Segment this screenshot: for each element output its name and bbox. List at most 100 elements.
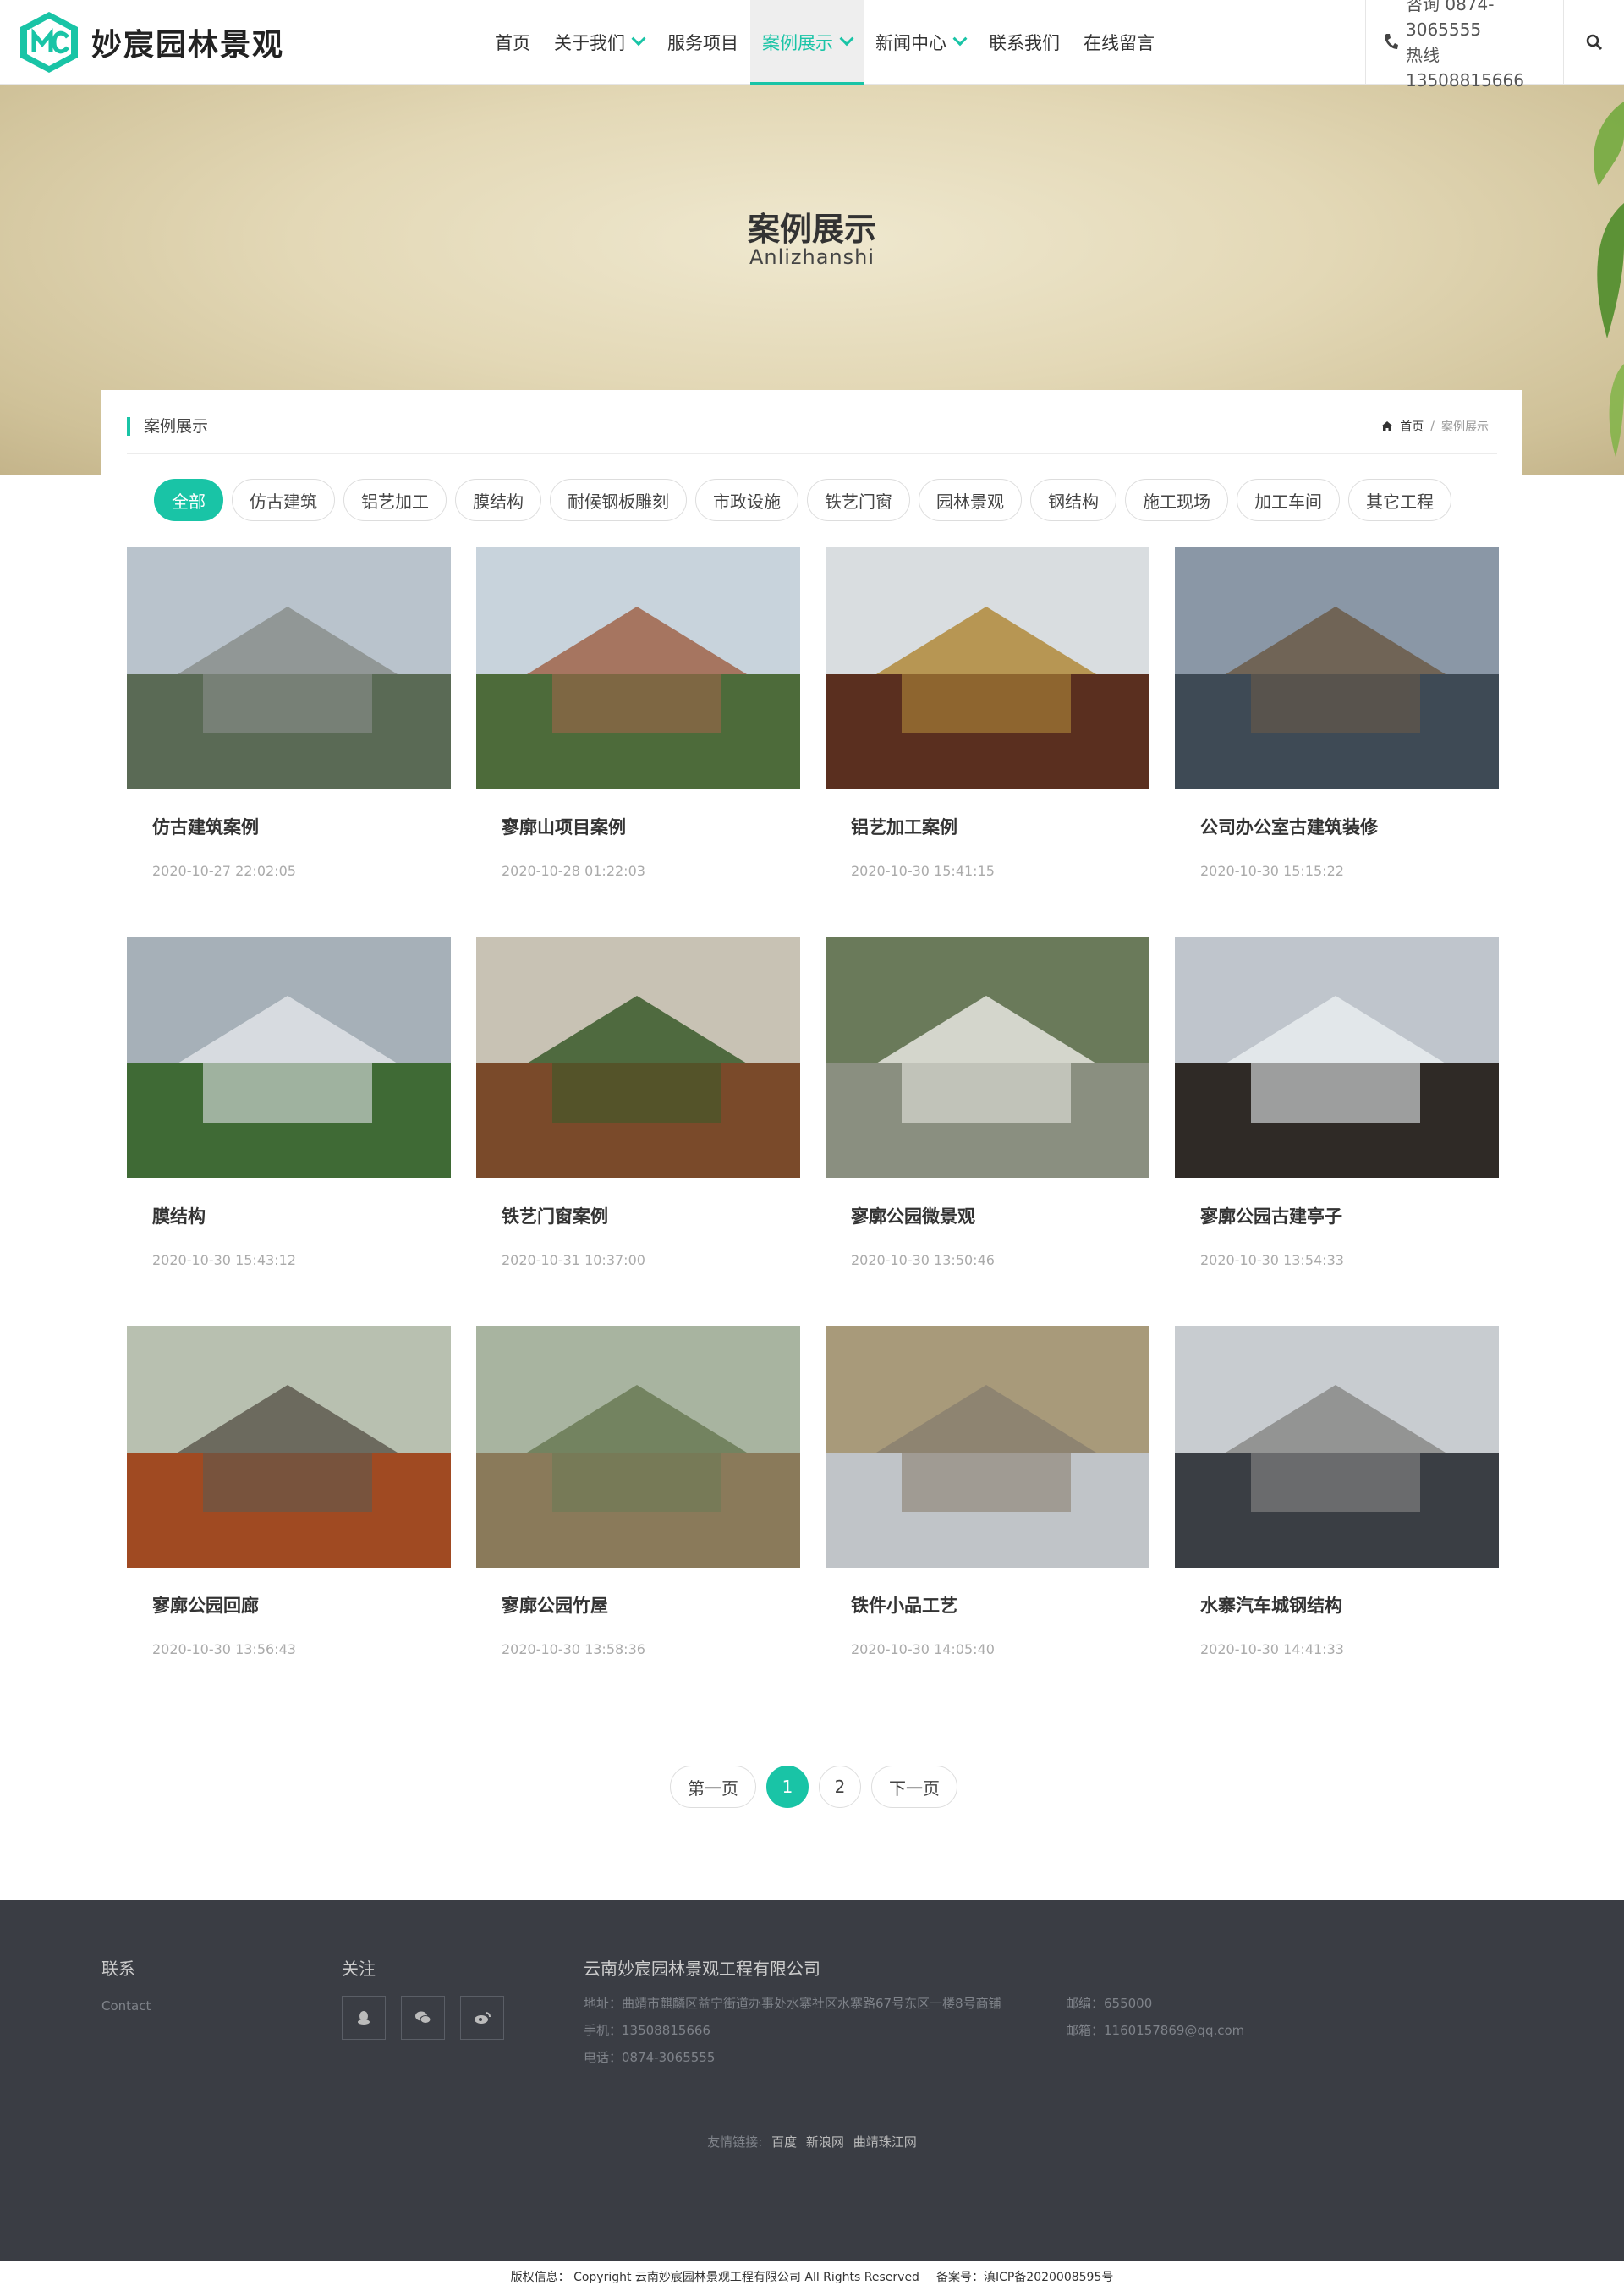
- case-date: 2020-10-30 13:58:36: [502, 1641, 645, 1657]
- site-logo[interactable]: 妙宸园林景观: [19, 8, 284, 76]
- case-thumbnail[interactable]: [476, 937, 800, 1178]
- nav-item-label: 案例展示: [762, 33, 833, 53]
- case-date: 2020-10-30 15:43:12: [152, 1252, 296, 1268]
- nav-item-news[interactable]: 新闻中心: [864, 0, 977, 85]
- case-title[interactable]: 水寨汽车城钢结构: [1200, 1592, 1342, 1618]
- nav-item-about[interactable]: 关于我们: [542, 0, 656, 85]
- friend-link-baidu[interactable]: 百度: [771, 2134, 797, 2150]
- case-title[interactable]: 铁件小品工艺: [851, 1592, 957, 1618]
- case-title[interactable]: 寥廓山项目案例: [502, 814, 626, 839]
- case-card[interactable]: 铁件小品工艺 2020-10-30 14:05:40: [826, 1326, 1149, 1698]
- case-card[interactable]: 铝艺加工案例 2020-10-30 15:41:15: [826, 547, 1149, 920]
- footer-company-name: 云南妙宸园林景观工程有限公司: [584, 1959, 820, 1979]
- first-page-button[interactable]: 第一页: [670, 1766, 756, 1808]
- case-thumbnail[interactable]: [826, 1326, 1149, 1568]
- case-card[interactable]: 寥廓公园竹屋 2020-10-30 13:58:36: [476, 1326, 800, 1698]
- friend-link-sina[interactable]: 新浪网: [806, 2134, 844, 2150]
- case-card[interactable]: 公司办公室古建筑装修 2020-10-30 15:15:22: [1175, 547, 1499, 920]
- case-title[interactable]: 寥廓公园竹屋: [502, 1592, 608, 1618]
- nav-item-label: 服务项目: [667, 33, 738, 53]
- case-title[interactable]: 寥廓公园古建亭子: [1200, 1203, 1342, 1228]
- case-thumbnail[interactable]: [1175, 547, 1499, 789]
- filter-chip[interactable]: 市政设施: [695, 479, 798, 521]
- search-button[interactable]: [1563, 0, 1624, 85]
- section-title: 案例展示: [127, 417, 208, 436]
- footer-email: 邮箱：1160157869@qq.com: [1066, 2023, 1245, 2038]
- filter-chip[interactable]: 耐候钢板雕刻: [550, 479, 687, 521]
- footer-contact-link[interactable]: Contact: [102, 1998, 151, 2014]
- case-date: 2020-10-30 13:56:43: [152, 1641, 296, 1657]
- case-title[interactable]: 公司办公室古建筑装修: [1200, 814, 1378, 839]
- case-card[interactable]: 寥廓公园回廊 2020-10-30 13:56:43: [127, 1326, 451, 1698]
- case-title[interactable]: 铁艺门窗案例: [502, 1203, 608, 1228]
- case-card[interactable]: 寥廓公园微景观 2020-10-30 13:50:46: [826, 937, 1149, 1309]
- case-thumbnail[interactable]: [1175, 1326, 1499, 1568]
- filter-chip[interactable]: 钢结构: [1030, 479, 1116, 521]
- consult-phone[interactable]: 咨询 0874-3065555: [1406, 0, 1517, 42]
- filter-chip[interactable]: 施工现场: [1125, 479, 1228, 521]
- icp-link[interactable]: 滇ICP备2020008595号: [984, 2271, 1113, 2284]
- case-thumbnail[interactable]: [476, 1326, 800, 1568]
- footer-follow-heading: 关注: [342, 1959, 376, 1979]
- filter-chip[interactable]: 园林景观: [919, 479, 1022, 521]
- case-title[interactable]: 寥廓公园回廊: [152, 1592, 259, 1618]
- case-title[interactable]: 膜结构: [152, 1203, 206, 1228]
- case-title[interactable]: 铝艺加工案例: [851, 814, 957, 839]
- case-card[interactable]: 仿古建筑案例 2020-10-27 22:02:05: [127, 547, 451, 920]
- friend-link-qjzj[interactable]: 曲靖珠江网: [853, 2134, 917, 2150]
- banner-title: 案例展示: [747, 211, 876, 248]
- nav-item-message[interactable]: 在线留言: [1072, 0, 1166, 85]
- nav-item-contact[interactable]: 联系我们: [977, 0, 1072, 85]
- nav-item-label: 关于我们: [554, 33, 625, 53]
- case-title[interactable]: 仿古建筑案例: [152, 814, 259, 839]
- case-thumbnail[interactable]: [127, 547, 451, 789]
- case-thumbnail[interactable]: [826, 937, 1149, 1178]
- nav-item-label: 首页: [495, 33, 530, 53]
- breadcrumb: 首页 / 案例展示: [1381, 418, 1489, 435]
- weibo-icon[interactable]: [460, 1996, 504, 2040]
- filter-chip[interactable]: 膜结构: [455, 479, 541, 521]
- filter-chip[interactable]: 铝艺加工: [343, 479, 447, 521]
- footer-social-icons: [342, 1996, 504, 2040]
- search-icon: [1586, 34, 1602, 51]
- icp-label: 备案号：: [935, 2270, 984, 2284]
- nav-item-cases[interactable]: 案例展示: [750, 0, 864, 85]
- case-card[interactable]: 寥廓公园古建亭子 2020-10-30 13:54:33: [1175, 937, 1499, 1309]
- hotline-phone[interactable]: 热线 13508815666: [1406, 42, 1524, 93]
- nav-item-label: 在线留言: [1084, 33, 1155, 53]
- page-1-button[interactable]: 1: [766, 1766, 809, 1808]
- next-page-button[interactable]: 下一页: [871, 1766, 957, 1808]
- filter-chip[interactable]: 其它工程: [1348, 479, 1451, 521]
- wechat-icon[interactable]: [401, 1996, 445, 2040]
- banner-subtitle: Anlizhanshi: [749, 245, 875, 269]
- page-2-button[interactable]: 2: [819, 1766, 861, 1808]
- qq-icon[interactable]: [342, 1996, 386, 2040]
- case-card[interactable]: 寥廓山项目案例 2020-10-28 01:22:03: [476, 547, 800, 920]
- case-date: 2020-10-28 01:22:03: [502, 863, 645, 879]
- filter-chip[interactable]: 加工车间: [1237, 479, 1340, 521]
- case-date: 2020-10-30 13:50:46: [851, 1252, 995, 1268]
- case-card[interactable]: 膜结构 2020-10-30 15:43:12: [127, 937, 451, 1309]
- filter-chip[interactable]: 全部: [154, 479, 223, 521]
- case-thumbnail[interactable]: [476, 547, 800, 789]
- case-date: 2020-10-31 10:37:00: [502, 1252, 645, 1268]
- nav-item-home[interactable]: 首页: [483, 0, 542, 85]
- case-date: 2020-10-30 13:54:33: [1200, 1252, 1344, 1268]
- case-thumbnail[interactable]: [127, 937, 451, 1178]
- category-filters: 全部 仿古建筑 铝艺加工 膜结构 耐候钢板雕刻 市政设施 铁艺门窗 园林景观 钢结构 施工现场 加工…: [154, 479, 1451, 521]
- breadcrumb-home-link[interactable]: 首页: [1400, 418, 1424, 435]
- filter-chip[interactable]: 仿古建筑: [232, 479, 335, 521]
- site-header: 妙宸园林景观 首页 关于我们 服务项目 案例展示 新闻中心 联系我们 在线留言 咨询 087…: [0, 0, 1624, 91]
- filter-chip[interactable]: 铁艺门窗: [807, 479, 910, 521]
- case-title[interactable]: 寥廓公园微景观: [851, 1203, 975, 1228]
- case-thumbnail[interactable]: [826, 547, 1149, 789]
- nav-item-services[interactable]: 服务项目: [656, 0, 750, 85]
- case-thumbnail[interactable]: [127, 1326, 451, 1568]
- case-card[interactable]: 铁艺门窗案例 2020-10-31 10:37:00: [476, 937, 800, 1309]
- footer-phone: 电话：0874-3065555: [584, 2050, 716, 2065]
- content-panel: 案例展示 首页 / 案例展示 全部 仿古建筑 铝艺加工 膜结构 耐候钢板雕刻 市政设施 铁艺…: [102, 390, 1522, 1871]
- breadcrumb-bar: 案例展示 首页 / 案例展示: [127, 390, 1497, 454]
- case-thumbnail[interactable]: [1175, 937, 1499, 1178]
- case-date: 2020-10-30 15:41:15: [851, 863, 995, 879]
- case-card[interactable]: 水寨汽车城钢结构 2020-10-30 14:41:33: [1175, 1326, 1499, 1698]
